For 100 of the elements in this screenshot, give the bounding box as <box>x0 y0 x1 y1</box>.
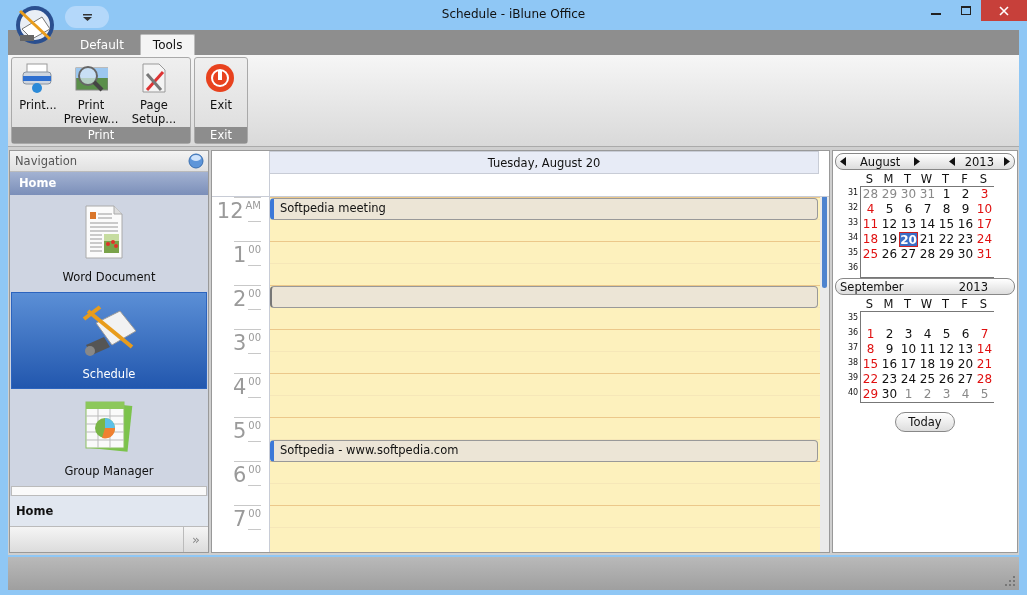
calendar-day[interactable]: 2 <box>956 187 975 202</box>
scroll-thumb[interactable] <box>822 197 827 288</box>
calendar-day[interactable]: 18 <box>861 232 880 247</box>
calendar-day[interactable]: 9 <box>956 202 975 217</box>
nav-item[interactable]: Group Manager <box>11 389 207 487</box>
calendar-day[interactable]: 5 <box>975 387 994 402</box>
nav-item[interactable]: Word Document <box>11 195 207 293</box>
calendar-day[interactable]: 30 <box>956 247 975 262</box>
calendar-day[interactable]: 16 <box>880 357 899 372</box>
group-label: Exit <box>195 127 247 143</box>
previous-icon[interactable] <box>948 157 955 166</box>
resize-grip-icon <box>1004 575 1016 587</box>
calendar-day[interactable]: 4 <box>861 202 880 217</box>
minute-label: 00 <box>248 507 261 521</box>
quick-access-button[interactable] <box>65 6 109 28</box>
nav-item[interactable]: Schedule <box>11 292 207 390</box>
calendar-day[interactable]: 4 <box>956 387 975 402</box>
scrollbar[interactable] <box>820 197 829 552</box>
calendar-day[interactable]: 31 <box>918 187 937 202</box>
calendar-day[interactable]: 12 <box>880 217 899 232</box>
ribbon-tab[interactable]: Tools <box>139 34 196 55</box>
calendar-day[interactable]: 23 <box>880 372 899 387</box>
calendar-day[interactable]: 23 <box>956 232 975 247</box>
calendar-day[interactable]: 21 <box>918 232 937 247</box>
calendar-day[interactable]: 6 <box>899 202 918 217</box>
calendar-day[interactable]: 2 <box>880 327 899 342</box>
calendar-day[interactable]: 2 <box>918 387 937 402</box>
ribbon-button[interactable]: Print... <box>14 62 62 112</box>
month-header[interactable]: August 2013 <box>835 153 1015 170</box>
ribbon-button[interactable]: Page Setup... <box>120 62 188 126</box>
calendar-day[interactable]: 10 <box>975 202 994 217</box>
calendar-day[interactable]: 29 <box>880 187 899 202</box>
calendar-day[interactable]: 29 <box>861 387 880 402</box>
calendar-day[interactable]: 24 <box>899 372 918 387</box>
calendar-day[interactable]: 8 <box>937 202 956 217</box>
calendar-day[interactable]: 24 <box>975 232 994 247</box>
calendar-day[interactable]: 9 <box>880 342 899 357</box>
calendar-day[interactable]: 3 <box>899 327 918 342</box>
calendar-day[interactable]: 28 <box>861 187 880 202</box>
calendar-day[interactable]: 1 <box>937 187 956 202</box>
appointment[interactable]: Softpedia meeting <box>270 198 818 220</box>
ribbon-button[interactable]: Print Preview... <box>62 62 120 126</box>
appointment[interactable]: Softpedia - www.softpedia.com <box>270 440 818 462</box>
calendar-day[interactable]: 6 <box>956 327 975 342</box>
calendar-day[interactable]: 26 <box>880 247 899 262</box>
ribbon-button[interactable]: Exit <box>197 62 245 112</box>
calendar-day[interactable]: 19 <box>880 232 899 247</box>
calendar-day[interactable]: 10 <box>899 342 918 357</box>
calendar-day[interactable]: 5 <box>880 202 899 217</box>
calendar-day[interactable]: 16 <box>956 217 975 232</box>
calendar-day[interactable]: 20 <box>899 232 918 247</box>
hour-label: 6 <box>232 463 247 489</box>
today-button[interactable]: Today <box>895 412 955 432</box>
calendar-day[interactable]: 8 <box>861 342 880 357</box>
calendar-day[interactable]: 7 <box>975 327 994 342</box>
calendar-day[interactable]: 22 <box>861 372 880 387</box>
calendar-day[interactable]: 14 <box>975 342 994 357</box>
calendar-day[interactable]: 11 <box>918 342 937 357</box>
month-header[interactable]: September 2013 <box>835 278 1015 295</box>
calendar-day[interactable]: 30 <box>880 387 899 402</box>
calendar-day[interactable]: 3 <box>937 387 956 402</box>
orb-icon[interactable] <box>188 153 204 170</box>
calendar-day[interactable]: 11 <box>861 217 880 232</box>
calendar-day[interactable]: 12 <box>937 342 956 357</box>
calendar-day[interactable]: 18 <box>918 357 937 372</box>
calendar-day[interactable]: 17 <box>975 217 994 232</box>
previous-icon[interactable] <box>840 157 846 166</box>
calendar-day[interactable]: 28 <box>918 247 937 262</box>
calendar-day[interactable]: 13 <box>899 217 918 232</box>
next-icon[interactable] <box>1004 157 1010 166</box>
calendar-day[interactable]: 7 <box>918 202 937 217</box>
splitter-handle[interactable] <box>11 486 207 497</box>
calendar-day[interactable]: 30 <box>899 187 918 202</box>
calendar-day[interactable]: 27 <box>899 247 918 262</box>
calendar-day[interactable]: 13 <box>956 342 975 357</box>
calendar-day[interactable]: 29 <box>937 247 956 262</box>
calendar-day[interactable]: 21 <box>975 357 994 372</box>
calendar-day[interactable]: 27 <box>956 372 975 387</box>
calendar-day[interactable]: 25 <box>861 247 880 262</box>
calendar-day[interactable]: 31 <box>975 247 994 262</box>
hour-label: 4 <box>232 375 247 401</box>
month-name[interactable]: August <box>860 154 901 169</box>
calendar-day[interactable]: 14 <box>918 217 937 232</box>
calendar-day[interactable]: 26 <box>937 372 956 387</box>
calendar-day[interactable]: 1 <box>861 327 880 342</box>
year-label[interactable]: 2013 <box>964 154 994 169</box>
next-icon[interactable] <box>914 157 921 166</box>
calendar-day[interactable]: 4 <box>918 327 937 342</box>
calendar-day[interactable]: 1 <box>899 387 918 402</box>
calendar-day[interactable]: 5 <box>937 327 956 342</box>
calendar-day[interactable]: 19 <box>937 357 956 372</box>
calendar-day[interactable]: 15 <box>937 217 956 232</box>
calendar-day[interactable]: 17 <box>899 357 918 372</box>
calendar-day[interactable]: 20 <box>956 357 975 372</box>
weekday-label: S <box>864 171 875 186</box>
calendar-day[interactable]: 25 <box>918 372 937 387</box>
calendar-day[interactable]: 22 <box>937 232 956 247</box>
calendar-day[interactable]: 15 <box>861 357 880 372</box>
calendar-day[interactable]: 28 <box>975 372 994 387</box>
calendar-day[interactable]: 3 <box>975 187 994 202</box>
